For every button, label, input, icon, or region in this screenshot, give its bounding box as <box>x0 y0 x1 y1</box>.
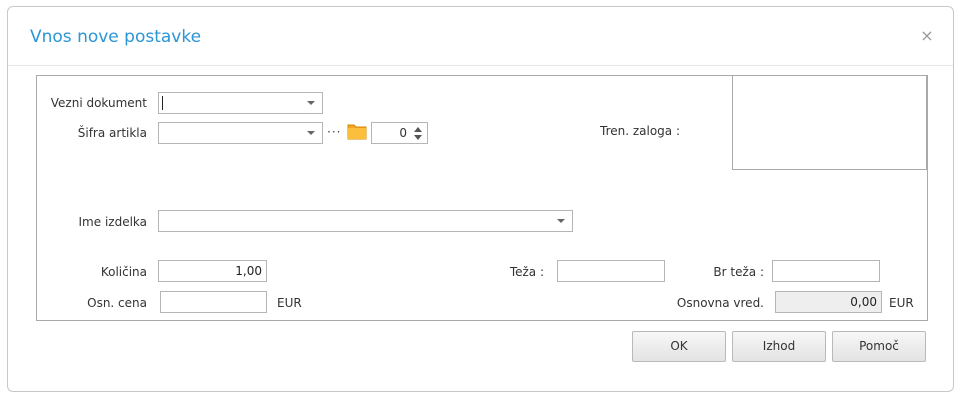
teza-label: Teža : <box>509 265 544 279</box>
osnovna-vred-label: Osnovna vred. <box>676 296 764 310</box>
kolicina-label: Količina <box>100 265 147 279</box>
folder-icon[interactable] <box>347 122 367 143</box>
ime-izdelka-label: Ime izdelka <box>78 215 147 229</box>
osn-cena-input[interactable] <box>160 291 267 313</box>
close-icon[interactable]: × <box>918 27 936 45</box>
ime-izdelka-dropdown[interactable] <box>158 210 573 232</box>
vezni-dokument-dropdown[interactable] <box>158 92 323 114</box>
br-teza-label: Br teža : <box>713 265 764 279</box>
osn-cena-label: Osn. cena <box>87 296 147 310</box>
chevron-down-icon[interactable] <box>307 101 315 105</box>
image-preview-box <box>732 75 927 170</box>
kolicina-input[interactable]: 1,00 <box>158 260 267 282</box>
teza-input[interactable] <box>557 260 665 282</box>
osnovna-vred-value: 0,00 <box>775 291 882 313</box>
sifra-spinner[interactable]: 0 <box>371 122 428 144</box>
izhod-button[interactable]: Izhod <box>732 331 826 362</box>
sifra-artikla-label: Šifra artikla <box>77 126 147 140</box>
tren-zaloga-label: Tren. zaloga : <box>600 124 681 138</box>
osnovna-vred-currency: EUR <box>889 296 914 310</box>
br-teza-input[interactable] <box>772 260 880 282</box>
browse-dots-button[interactable]: ··· <box>327 125 341 139</box>
pomoc-button[interactable]: Pomoč <box>832 331 926 362</box>
header-divider <box>8 65 953 66</box>
spinner-down-icon[interactable] <box>414 135 422 140</box>
chevron-down-icon[interactable] <box>307 131 315 135</box>
osn-cena-currency: EUR <box>277 296 302 310</box>
dialog-title: Vnos nove postavke <box>30 27 202 47</box>
sifra-artikla-dropdown[interactable] <box>158 122 323 144</box>
ok-button[interactable]: OK <box>632 331 726 362</box>
vezni-dokument-label: Vezni dokument <box>50 96 147 110</box>
chevron-down-icon[interactable] <box>557 219 565 223</box>
spinner-value: 0 <box>399 126 407 140</box>
text-caret <box>162 96 163 110</box>
spinner-up-icon[interactable] <box>414 127 422 132</box>
